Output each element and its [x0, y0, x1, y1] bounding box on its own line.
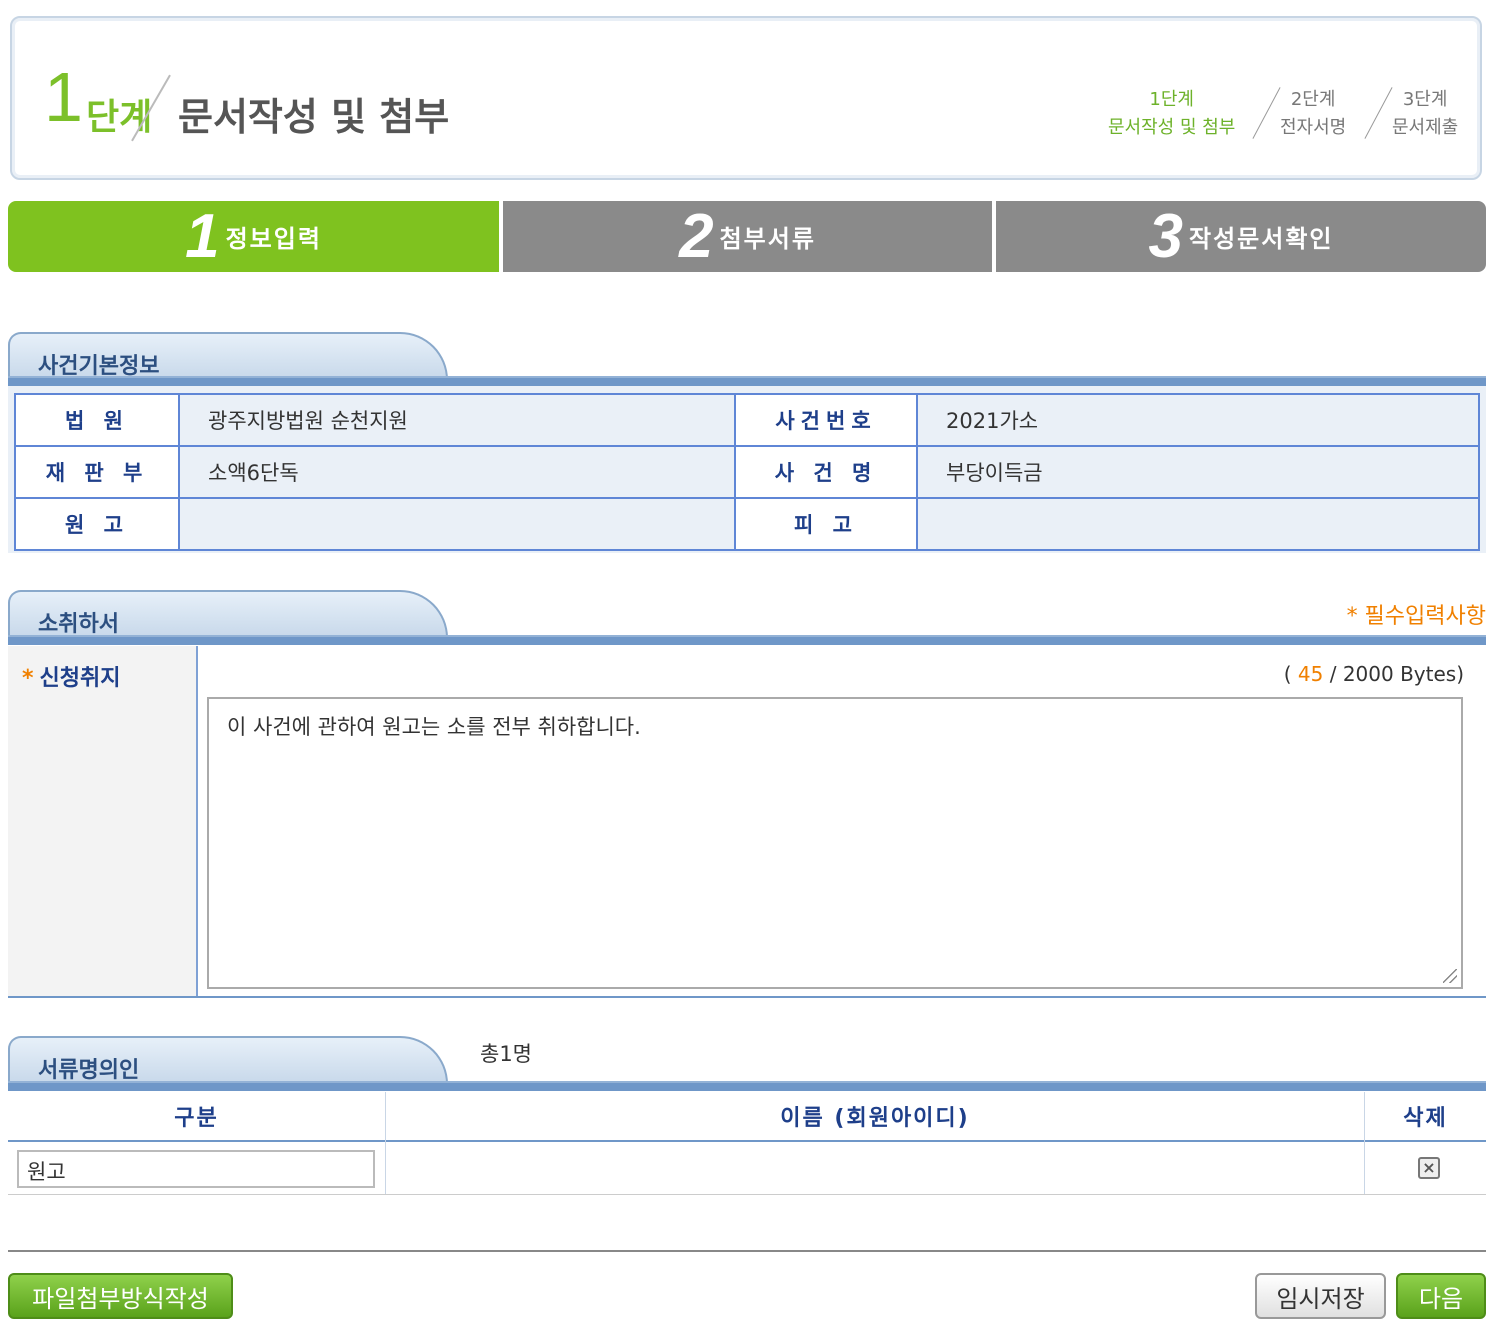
- tab-document-review[interactable]: 3 작성문서확인: [996, 201, 1486, 272]
- section-rule: [8, 635, 1486, 645]
- column-divider: [1364, 1092, 1365, 1194]
- table-row: 재 판 부 소액6단독 사 건 명 부당이득금: [14, 445, 1480, 499]
- footer-rule: [8, 1250, 1486, 1252]
- plaintiff-value: [178, 497, 736, 551]
- temp-save-button[interactable]: 임시저장: [1255, 1273, 1386, 1319]
- defendant-value: [916, 497, 1480, 551]
- step-indicator-1: 1단계 문서작성 및 첨부: [1108, 89, 1236, 138]
- delete-icon[interactable]: ×: [1418, 1157, 1440, 1179]
- section-rule: [8, 376, 1486, 386]
- tribunal-value: 소액6단독: [178, 445, 736, 499]
- stage-title: 문서작성 및 첨부: [178, 95, 450, 139]
- case-name-value: 부당이득금: [916, 445, 1480, 499]
- stage-word: 단계: [86, 97, 153, 138]
- column-header-type: 구분: [8, 1092, 385, 1142]
- signer-total: 총1명: [480, 1042, 533, 1066]
- byte-count: 45: [1297, 662, 1324, 686]
- required-star: *: [22, 666, 34, 691]
- step-indicator-2: 2단계 전자서명: [1280, 89, 1347, 138]
- column-header-name: 이름 (회원아이디): [386, 1092, 1364, 1142]
- tab-attachments[interactable]: 2 첨부서류: [503, 201, 992, 272]
- signer-type-field[interactable]: 원고: [17, 1150, 375, 1188]
- column-divider: [385, 1092, 386, 1194]
- section-bottom-rule: [8, 996, 1486, 998]
- column-header-delete: 삭제: [1365, 1092, 1486, 1142]
- required-note: * 필수입력사항: [1346, 604, 1486, 629]
- case-number-value: 2021가소: [916, 393, 1480, 447]
- file-attach-mode-button[interactable]: 파일첨부방식작성: [8, 1273, 233, 1319]
- section-rule: [8, 1081, 1486, 1091]
- row-divider: [8, 1194, 1486, 1195]
- section-title-case-info: 사건기본정보: [8, 332, 448, 380]
- step-indicator-3: 3단계 문서제출: [1392, 89, 1459, 138]
- table-row: 법 원 광주지방법원 순천지원 사건번호 2021가소: [14, 393, 1480, 447]
- case-info-table: 법 원 광주지방법원 순천지원 사건번호 2021가소 재 판 부 소액6단독 …: [14, 393, 1480, 551]
- tab-info-input[interactable]: 1 정보입력: [8, 201, 499, 272]
- section-title-signers: 서류명의인: [8, 1036, 448, 1084]
- request-purpose-textarea[interactable]: 이 사건에 관하여 원고는 소를 전부 취하합니다.: [207, 697, 1463, 989]
- field-label-column: [8, 646, 198, 998]
- stage-number: 1: [44, 58, 83, 136]
- court-value: 광주지방법원 순천지원: [178, 393, 736, 447]
- resize-handle-icon[interactable]: [1443, 969, 1457, 983]
- table-row: 원 고 피 고: [14, 497, 1480, 551]
- section-title-withdrawal: 소취하서: [8, 590, 448, 638]
- next-button[interactable]: 다음: [1396, 1273, 1486, 1319]
- request-purpose-label: * 신청취지: [22, 666, 121, 691]
- byte-counter: ( 45 / 2000 Bytes): [1283, 662, 1464, 686]
